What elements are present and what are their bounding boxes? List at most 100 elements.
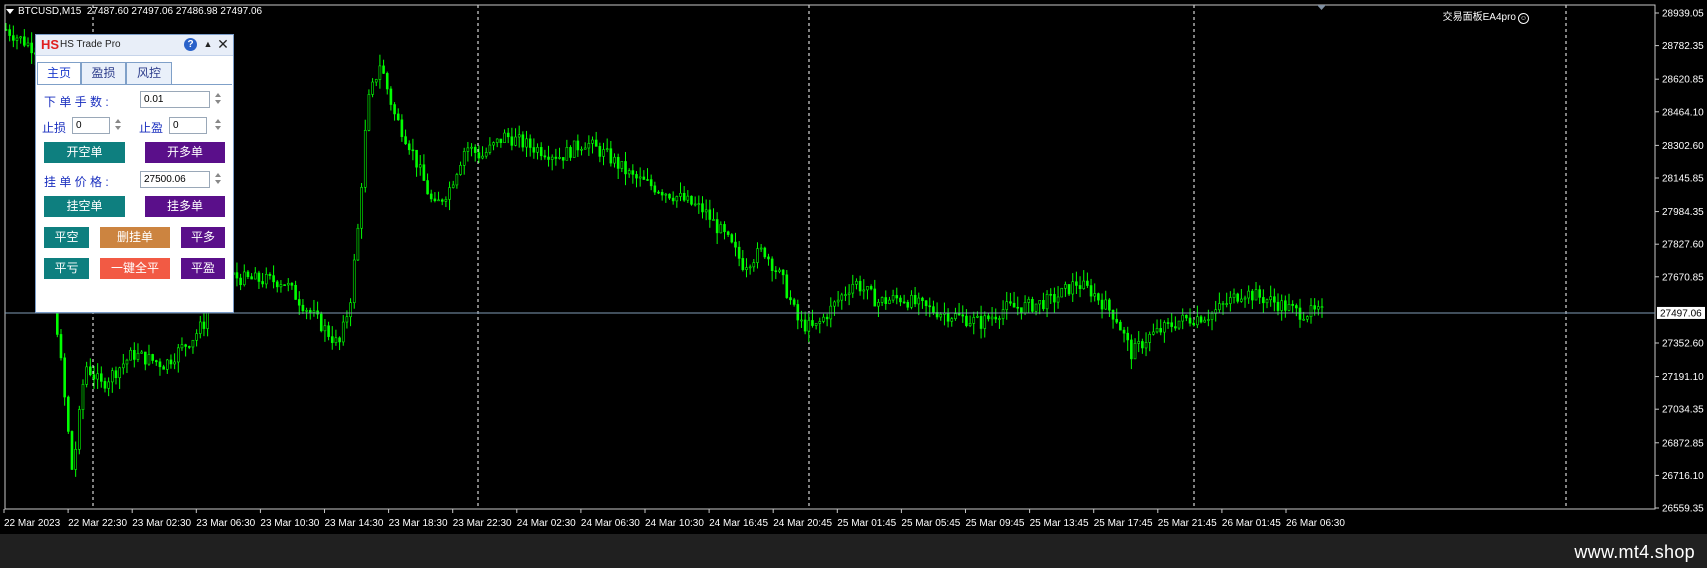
candle-body [1126,332,1130,341]
candle-body [1027,299,1031,303]
take-profit-stepper[interactable] [214,117,222,134]
candle-body [1229,297,1232,304]
candle-body [459,165,462,175]
lot-size-stepper[interactable] [214,91,222,108]
current-price-label: 27497.06 [1660,308,1702,319]
candle-body [136,352,140,360]
candle-body [1203,319,1206,323]
time-axis-label: 25 Mar 09:45 [966,518,1025,529]
candle-body [990,316,994,320]
lot-size-input[interactable]: 0.01 [140,91,210,108]
candle-body [180,344,184,349]
candle-body [422,164,426,181]
candle-body [1225,303,1228,305]
chart-header: BTCUSD,M15 27487.60 27497.06 27486.98 27… [6,6,262,17]
candle-body [261,281,264,285]
candle-body [1170,322,1174,327]
candle-body [246,271,250,277]
open-sell-button[interactable]: 开空单 [44,142,125,163]
candle-body [708,209,712,220]
chart-menu-icon[interactable] [6,8,14,14]
candle-body [1284,300,1287,311]
time-axis-label: 24 Mar 10:30 [645,518,704,529]
candle-body [646,179,649,181]
candle-body [1243,297,1247,300]
candle-body [319,313,323,332]
help-icon[interactable]: ? [184,38,197,51]
open-buy-button[interactable]: 开多单 [145,142,225,163]
candle-body [660,192,664,196]
close-buy-button[interactable]: 平多 [181,227,225,248]
take-profit-input[interactable]: 0 [169,117,207,134]
time-axis-label: 25 Mar 01:45 [837,518,896,529]
candle-body [184,344,187,347]
candle-body [363,129,367,188]
stop-loss-stepper[interactable] [114,117,122,134]
candle-body [737,246,741,259]
price-chart[interactable]: 28939.05 28782.35 28620.85 28464.10 28302.60… [0,0,1707,534]
candle-body [81,384,85,410]
candle-body [1251,290,1254,301]
close-icon[interactable]: ✕ [217,37,229,51]
close-profit-button[interactable]: 平盈 [181,258,225,279]
candle-body [693,203,697,206]
pending-price-input[interactable]: 27500.06 [140,171,210,188]
tab-profit-loss[interactable]: 盈损 [81,62,126,85]
candle-body [690,195,693,205]
candle-body [763,247,767,258]
candle-body [1313,305,1316,310]
collapse-icon[interactable]: ▲ [203,38,213,51]
candle-body [327,325,330,337]
candle-body [133,350,136,360]
close-sell-button[interactable]: 平空 [44,227,89,248]
take-profit-label: 止盈 [139,121,164,135]
candle-body [638,176,642,179]
candle-body [1064,284,1067,289]
panel-titlebar[interactable]: HS HS Trade Pro ? ▲ ✕ [36,35,233,56]
candle-body [1265,299,1269,304]
candle-body [470,146,473,149]
pending-sell-button[interactable]: 挂空单 [44,196,125,217]
candle-body [723,224,726,233]
candle-body [488,144,492,153]
candle-body [341,321,345,343]
chart-shift-marker[interactable] [1317,5,1326,10]
delete-pending-button[interactable]: 删挂单 [100,227,170,248]
candle-body [330,336,334,343]
pending-buy-button[interactable]: 挂多单 [145,196,225,217]
chart-area[interactable]: 28939.05 28782.35 28620.85 28464.10 28302.60… [0,0,1707,534]
close-loss-button[interactable]: 平亏 [44,258,89,279]
candle-body [756,248,759,263]
pending-price-stepper[interactable] [214,171,222,188]
candle-body [85,366,88,385]
candle-body [1053,294,1056,303]
price-axis-label: 26716.10 [1662,471,1704,482]
stop-loss-input[interactable]: 0 [72,117,110,134]
candle-body [1298,307,1302,320]
candle-body [67,396,70,432]
candle-body [290,282,294,286]
candle-body [100,373,103,382]
price-axis-label: 28145.85 [1662,173,1704,184]
time-axis-label: 26 Mar 01:45 [1222,518,1281,529]
candle-body [613,156,616,164]
candle-body [825,316,829,320]
tab-home[interactable]: 主页 [37,62,81,85]
time-axis-label: 24 Mar 06:30 [581,518,640,529]
candle-body [345,316,349,323]
candle-body [165,359,169,370]
price-axis-label: 26872.85 [1662,438,1704,449]
candle-body [1302,318,1305,321]
tab-risk-control[interactable]: 风控 [126,62,172,85]
candle-body [1174,326,1177,329]
candle-body [1291,303,1294,306]
candle-body [129,350,132,361]
candle-body [1082,280,1086,289]
candle-body [1273,296,1276,303]
candle-body [1141,341,1144,349]
candle-body [195,333,198,341]
candle-body [187,346,191,348]
candle-body [191,339,195,348]
close-all-button[interactable]: 一键全平 [100,258,170,279]
candle-body [1097,293,1100,301]
